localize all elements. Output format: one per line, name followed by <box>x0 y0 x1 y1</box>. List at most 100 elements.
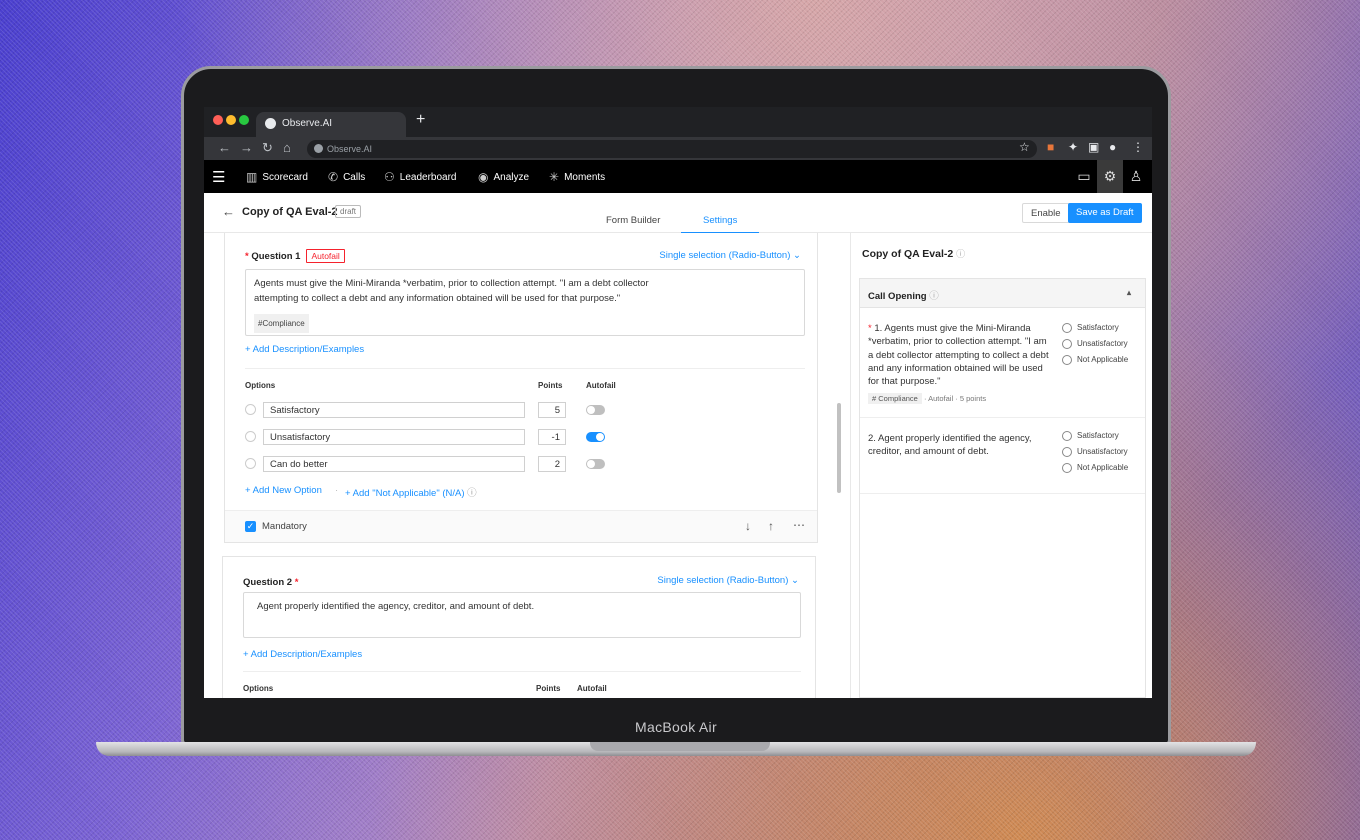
mandatory-checkbox[interactable]: ✓ <box>245 521 256 532</box>
puzzle-icon[interactable]: ✦ <box>1068 140 1078 154</box>
autofail-header: Autofail <box>586 381 616 390</box>
move-up-icon[interactable]: ↑ <box>768 519 774 533</box>
app-nav: ☰ ▥ Scorecard ✆ Calls ⚇ Leaderboard ◉ Analyz… <box>204 160 1152 193</box>
question-card-2: Question 2 * Single selection (Radio-But… <box>222 556 816 698</box>
status-badge: draft <box>335 205 362 218</box>
phone-icon: ✆ <box>328 170 339 184</box>
option-radio <box>245 404 256 415</box>
move-down-icon[interactable]: ↓ <box>745 519 751 533</box>
site-icon <box>314 144 323 153</box>
screen: Observe.AI + ← → ↻ ⌂ Observe.AI ☆ ■ ✦ ▣ … <box>204 107 1152 698</box>
eye-icon: ◉ <box>478 170 489 184</box>
menu-icon[interactable]: ⋮ <box>1132 140 1144 154</box>
info-icon: ⓘ <box>467 488 477 499</box>
answer-option[interactable]: Not Applicable <box>1062 463 1128 473</box>
options-header: Options <box>245 381 276 390</box>
sparkle-icon: ✳ <box>549 170 560 184</box>
points-input[interactable]: 5 <box>538 402 566 418</box>
section-header[interactable]: Call Opening ⓘ ▴ <box>860 279 1145 308</box>
browser-tab-bar: Observe.AI + <box>204 107 1152 137</box>
add-na-link[interactable]: + Add "Not Applicable" (N/A) ⓘ <box>345 485 477 499</box>
answer-option[interactable]: Satisfactory <box>1062 323 1119 333</box>
autofail-tag: Autofail <box>306 249 345 263</box>
question-text-field[interactable]: Agents must give the Mini-Miranda *verba… <box>245 269 805 336</box>
reload-icon[interactable]: ↻ <box>262 140 273 156</box>
inbox-icon[interactable]: ▭ <box>1071 160 1097 193</box>
answer-option[interactable]: Not Applicable <box>1062 355 1128 365</box>
option-input[interactable]: Can do better <box>263 456 525 472</box>
browser-tab[interactable]: Observe.AI <box>256 112 406 137</box>
user-icon[interactable]: ♙ <box>1123 160 1149 193</box>
enable-button[interactable]: Enable <box>1022 203 1070 223</box>
autofail-header: Autofail <box>577 684 607 693</box>
observe-logo-icon <box>265 118 276 129</box>
option-radio <box>245 458 256 469</box>
add-description-link[interactable]: + Add Description/Examples <box>243 649 362 660</box>
nav-leaderboard[interactable]: ⚇ Leaderboard <box>384 170 456 184</box>
option-input[interactable]: Satisfactory <box>263 402 525 418</box>
points-header: Points <box>536 684 561 693</box>
app-logo-icon[interactable]: ☰ <box>212 168 225 186</box>
add-option-link[interactable]: + Add New Option <box>245 485 322 496</box>
address-bar: ← → ↻ ⌂ Observe.AI ☆ ■ ✦ ▣ ● ⋮ <box>204 137 1152 160</box>
tab-form-builder[interactable]: Form Builder <box>606 215 660 226</box>
autofail-toggle[interactable] <box>586 405 605 415</box>
autofail-toggle[interactable] <box>586 432 605 442</box>
preview-question-2: 2. Agent properly identified the agency,… <box>868 433 1032 458</box>
options-header: Options <box>243 684 274 693</box>
page-header: ← Copy of QA Eval-2 draft Form Builder S… <box>204 193 1152 234</box>
chart-icon: ▥ <box>246 170 258 184</box>
option-input[interactable]: Unsatisfactory <box>263 429 525 445</box>
device-brand: MacBook Air <box>635 719 717 735</box>
more-icon[interactable]: ⋯ <box>793 518 805 532</box>
preview-question-1: * 1. Agents must give the Mini-Miranda *… <box>868 323 1049 388</box>
option-radio <box>245 431 256 442</box>
back-icon[interactable]: ← <box>222 204 235 219</box>
question-meta: # Compliance · Autofail · 5 points <box>868 393 986 404</box>
nav-analyze[interactable]: ◉ Analyze <box>478 170 529 184</box>
gear-icon[interactable]: ⚙ <box>1097 160 1123 193</box>
collapse-icon[interactable]: ▴ <box>1127 288 1131 297</box>
question-type-select[interactable]: Single selection (Radio-Button) ⌄ <box>657 575 799 586</box>
question-type-select[interactable]: Single selection (Radio-Button) ⌄ <box>659 250 801 261</box>
question-title: * Question 1 Autofail <box>245 249 345 263</box>
nav-calls[interactable]: ✆ Calls <box>328 170 365 184</box>
tab-settings[interactable]: Settings <box>681 215 760 234</box>
form-editor: * Question 1 Autofail Single selection (R… <box>204 233 849 698</box>
info-icon: ⓘ <box>956 249 966 259</box>
question-title: Question 2 * <box>243 577 299 588</box>
sidepanel-icon[interactable]: ▣ <box>1088 140 1099 154</box>
back-arrow-icon[interactable]: ← <box>218 140 231 155</box>
preview-panel: Copy of QA Eval-2 ⓘ Call Opening ⓘ ▴ * 1.… <box>850 233 1152 698</box>
nav-moments[interactable]: ✳ Moments <box>549 170 605 184</box>
profile-icon[interactable]: ● <box>1109 140 1116 154</box>
points-input[interactable]: -1 <box>538 429 566 445</box>
page-title: Copy of QA Eval-2 <box>242 206 338 218</box>
question-card-1: * Question 1 Autofail Single selection (R… <box>224 233 818 543</box>
new-tab-icon[interactable]: + <box>416 111 425 129</box>
question-footer: ✓ Mandatory ↓ ↑ ⋯ <box>225 510 817 542</box>
save-draft-button[interactable]: Save as Draft <box>1068 203 1142 223</box>
nav-scorecard[interactable]: ▥ Scorecard <box>246 170 308 184</box>
points-input[interactable]: 2 <box>538 456 566 472</box>
answer-option[interactable]: Satisfactory <box>1062 431 1119 441</box>
answer-option[interactable]: Unsatisfactory <box>1062 339 1128 349</box>
mandatory-label: Mandatory <box>262 521 307 532</box>
people-icon: ⚇ <box>384 170 395 184</box>
scrollbar[interactable] <box>837 403 841 493</box>
laptop-frame: Observe.AI + ← → ↻ ⌂ Observe.AI ☆ ■ ✦ ▣ … <box>181 66 1171 746</box>
extension-icon[interactable]: ■ <box>1047 140 1054 154</box>
url-input[interactable]: Observe.AI <box>307 140 1037 158</box>
tag-chip[interactable]: #Compliance <box>254 314 309 333</box>
forward-arrow-icon[interactable]: → <box>240 140 253 155</box>
answer-option[interactable]: Unsatisfactory <box>1062 447 1128 457</box>
star-icon[interactable]: ☆ <box>1019 140 1030 154</box>
question-text-field[interactable]: Agent properly identified the agency, cr… <box>243 592 801 638</box>
preview-section: Call Opening ⓘ ▴ * 1. Agents must give th… <box>859 278 1146 698</box>
add-description-link[interactable]: + Add Description/Examples <box>245 344 364 355</box>
home-icon[interactable]: ⌂ <box>283 140 291 155</box>
info-icon: ⓘ <box>929 291 939 302</box>
points-header: Points <box>538 381 563 390</box>
autofail-toggle[interactable] <box>586 459 605 469</box>
preview-title: Copy of QA Eval-2 ⓘ <box>862 248 966 260</box>
